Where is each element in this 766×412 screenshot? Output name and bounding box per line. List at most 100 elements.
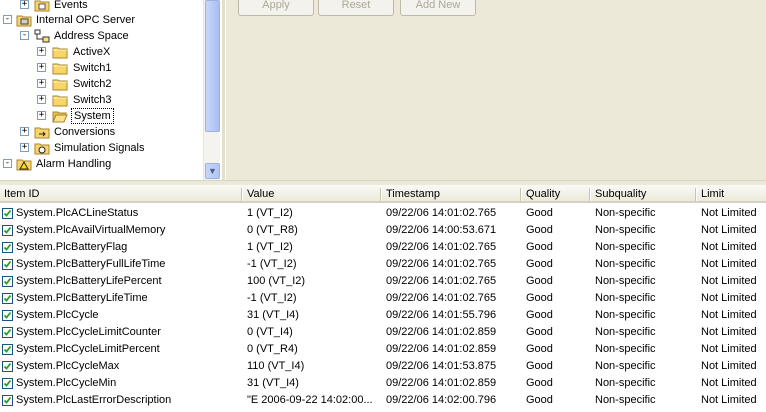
cell-timestamp: 09/22/06 14:01:02.859 [386, 343, 497, 355]
tree-node-label[interactable]: Internal OPC Server [34, 12, 137, 28]
column-divider[interactable] [589, 188, 591, 201]
table-row[interactable]: System.PlcCycleMax 110 (VT_I4) 09/22/06 14… [0, 358, 766, 375]
tree-node[interactable]: + Switch3 [0, 92, 203, 108]
expand-icon[interactable]: + [20, 127, 29, 136]
add-new-button[interactable]: Add New [400, 0, 476, 16]
collapse-icon[interactable]: - [3, 15, 12, 24]
open-folder-icon [52, 109, 68, 123]
cell-limit: Not Limited [701, 275, 757, 287]
checkbox[interactable] [2, 276, 13, 287]
checkbox[interactable] [2, 208, 13, 219]
table-row[interactable]: System.PlcBatteryFullLifeTime -1 (VT_I2) 0… [0, 256, 766, 273]
checkbox[interactable] [2, 242, 13, 253]
checkbox[interactable] [2, 378, 13, 389]
table-row[interactable]: System.PlcCycleMin 31 (VT_I4) 09/22/06 14:… [0, 375, 766, 392]
tree-node-label[interactable]: Conversions [52, 124, 117, 140]
tree-node[interactable]: - Address Space [0, 28, 203, 44]
checkbox[interactable] [2, 225, 13, 236]
cell-timestamp: 09/22/06 14:01:02.859 [386, 326, 497, 338]
cell-timestamp: 09/22/06 14:00:53.671 [386, 224, 497, 236]
cell-timestamp: 09/22/06 14:01:02.765 [386, 258, 497, 270]
cell-quality: Good [526, 258, 553, 270]
header-value[interactable]: Value [243, 185, 382, 203]
cell-quality: Good [526, 224, 553, 236]
table-row[interactable]: System.PlcBatteryLifeTime -1 (VT_I2) 09/22… [0, 290, 766, 307]
checkbox[interactable] [2, 395, 13, 406]
expand-icon[interactable]: + [20, 143, 29, 152]
tree-node[interactable]: + Simulation Signals [0, 140, 203, 156]
table-row[interactable]: System.PlcACLineStatus 1 (VT_I2) 09/22/06 … [0, 205, 766, 222]
tree-node-label[interactable]: Simulation Signals [52, 140, 147, 156]
tree-node-label[interactable]: Switch1 [71, 60, 114, 76]
cell-subquality: Non-specific [595, 343, 656, 355]
column-divider[interactable] [520, 188, 522, 201]
apply-button[interactable]: Apply [238, 0, 314, 16]
table-row[interactable]: System.PlcCycleLimitCounter 0 (VT_I4) 09/2… [0, 324, 766, 341]
scrollbar-thumb[interactable] [205, 0, 220, 132]
tree-node-label[interactable]: System [71, 108, 114, 124]
expand-icon[interactable]: + [37, 63, 46, 72]
cell-timestamp: 09/22/06 14:02:00.796 [386, 394, 497, 406]
cell-quality: Good [526, 207, 553, 219]
reset-button[interactable]: Reset [318, 0, 394, 16]
table-row[interactable]: System.PlcCycle 31 (VT_I4) 09/22/06 14:01:… [0, 307, 766, 324]
checkbox[interactable] [2, 259, 13, 270]
header-quality[interactable]: Quality [522, 185, 591, 203]
cell-value: 0 (VT_R4) [247, 343, 298, 355]
cell-limit: Not Limited [701, 292, 757, 304]
expand-icon[interactable]: + [20, 0, 29, 9]
table-row[interactable]: System.PlcBatteryLifePercent 100 (VT_I2) 0… [0, 273, 766, 290]
tree-node[interactable]: + System [0, 108, 203, 124]
tree-node[interactable]: - Alarm Handling [0, 156, 203, 172]
cell-value: "E 2006-09-22 14:02:00... [247, 394, 373, 406]
expand-icon[interactable]: + [37, 47, 46, 56]
tree-node[interactable]: + Switch2 [0, 76, 203, 92]
cell-value: 0 (VT_I4) [247, 326, 293, 338]
header-timestamp[interactable]: Timestamp [382, 185, 522, 203]
expand-icon[interactable]: + [37, 95, 46, 104]
tree-node-label[interactable]: Switch3 [71, 92, 114, 108]
collapse-icon[interactable]: - [3, 159, 12, 168]
cell-item-id: System.PlcAvailVirtualMemory [16, 224, 166, 236]
column-divider[interactable] [380, 188, 382, 201]
cell-limit: Not Limited [701, 224, 757, 236]
tree-node-label[interactable]: Address Space [52, 28, 131, 44]
checkbox[interactable] [2, 293, 13, 304]
tree-node-label[interactable]: Switch2 [71, 76, 114, 92]
table-row[interactable]: System.PlcLastErrorDescription "E 2006-09… [0, 392, 766, 409]
tree-node-label[interactable]: ActiveX [71, 44, 112, 60]
tree-node[interactable]: - Internal OPC Server [0, 12, 203, 28]
cell-value: 100 (VT_I2) [247, 275, 306, 287]
cell-quality: Good [526, 241, 553, 253]
header-subquality[interactable]: Subquality [591, 185, 697, 203]
table-row[interactable]: System.PlcBatteryFlag 1 (VT_I2) 09/22/06 1… [0, 239, 766, 256]
cell-quality: Good [526, 377, 553, 389]
cell-item-id: System.PlcCycleLimitCounter [16, 326, 161, 338]
column-divider[interactable] [695, 188, 697, 201]
checkbox[interactable] [2, 344, 13, 355]
tree-node[interactable]: + ActiveX [0, 44, 203, 60]
cell-item-id: System.PlcCycleMin [16, 377, 117, 389]
header-limit[interactable]: Limit [697, 185, 766, 203]
scroll-down-icon[interactable]: ▼ [205, 163, 220, 179]
checkbox[interactable] [2, 327, 13, 338]
cell-limit: Not Limited [701, 207, 757, 219]
tree-node-label[interactable]: Alarm Handling [34, 156, 113, 172]
cell-item-id: System.PlcBatteryFlag [16, 241, 128, 253]
column-divider[interactable] [241, 188, 243, 201]
cell-quality: Good [526, 292, 553, 304]
tree-scrollbar[interactable]: ▼ [203, 0, 220, 180]
address-space-icon [34, 29, 50, 43]
cell-value: 0 (VT_R8) [247, 224, 298, 236]
checkbox[interactable] [2, 310, 13, 321]
table-row[interactable]: System.PlcCycleLimitPercent 0 (VT_R4) 09/2… [0, 341, 766, 358]
tree-node[interactable]: + Switch1 [0, 60, 203, 76]
tree-node[interactable]: + Conversions [0, 124, 203, 140]
table-row[interactable]: System.PlcAvailVirtualMemory 0 (VT_R8) 09/… [0, 222, 766, 239]
address-tree[interactable]: + Events - Internal OPC Server - Address Spac… [0, 0, 220, 180]
header-item-id[interactable]: Item ID [0, 185, 243, 203]
checkbox[interactable] [2, 361, 13, 372]
expand-icon[interactable]: + [37, 79, 46, 88]
expand-icon[interactable]: + [37, 111, 46, 120]
collapse-icon[interactable]: - [20, 31, 29, 40]
